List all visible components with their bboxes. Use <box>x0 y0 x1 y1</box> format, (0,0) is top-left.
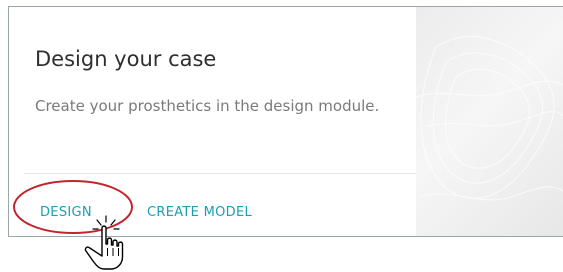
card-description: Create your prosthetics in the design mo… <box>35 97 380 115</box>
design-case-card: Design your case Create your prosthetics… <box>8 6 563 237</box>
hand-pointer-icon <box>84 215 124 270</box>
create-model-button[interactable]: CREATE MODEL <box>147 205 252 220</box>
card-title: Design your case <box>35 47 217 71</box>
card-divider <box>24 173 416 174</box>
card-preview-image <box>416 7 563 236</box>
card-content: Design your case Create your prosthetics… <box>9 7 416 236</box>
